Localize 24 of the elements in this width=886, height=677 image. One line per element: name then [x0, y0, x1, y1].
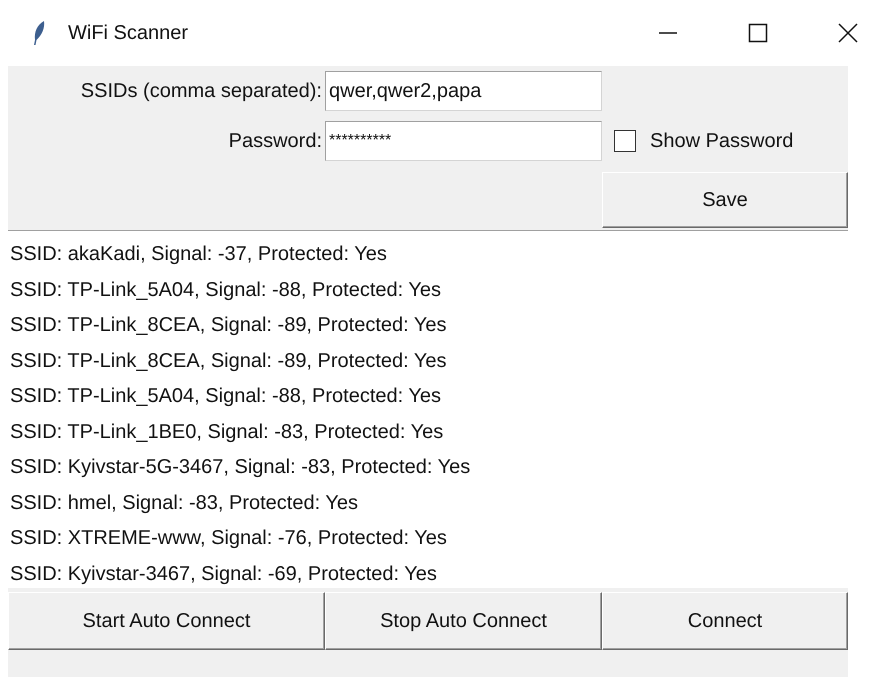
network-item[interactable]: SSID: Kyivstar-3467, Signal: -69, Protected: Yes	[8, 556, 848, 592]
action-button[interactable]: Stop Auto Connect	[325, 592, 602, 650]
password-label: Password:	[228, 130, 323, 152]
action-button[interactable]: Start Auto Connect	[8, 592, 325, 650]
close-icon[interactable]	[838, 23, 858, 43]
network-item[interactable]: SSID: hmel, Signal: -83, Protected: Yes	[8, 486, 848, 521]
network-item[interactable]: SSID: TP-Link_5A04, Signal: -88, Protected: Yes	[8, 379, 848, 414]
network-item[interactable]: SSID: akaKadi, Signal: -37, Protected: Yes	[8, 237, 848, 272]
save-button[interactable]: Save	[602, 172, 848, 228]
maximize-icon[interactable]	[748, 23, 768, 43]
ssids-field[interactable]: qwer,qwer2,papa	[325, 71, 602, 111]
network-item[interactable]: SSID: TP-Link_8CEA, Signal: -89, Protected: Yes	[8, 308, 848, 344]
window-title: WiFi Scanner	[68, 22, 188, 44]
network-item[interactable]: SSID: XTREME-www, Signal: -76, Protected: Yes	[8, 521, 848, 556]
checkbox-label: Show Password	[650, 130, 794, 152]
checkbox[interactable]	[614, 130, 636, 152]
password-field[interactable]: **********	[325, 121, 602, 161]
network-item[interactable]: SSID: Kyivstar-5G-3467, Signal: -83, Protected: Yes	[8, 450, 848, 486]
network-item[interactable]: SSID: TP-Link_1BE0, Signal: -83, Protected: Yes	[8, 414, 848, 450]
action-button[interactable]: Connect	[602, 592, 848, 650]
ssids-label: SSIDs (comma separated):	[80, 80, 323, 102]
feather-icon	[32, 20, 46, 46]
network-item[interactable]: SSID: TP-Link_8CEA, Signal: -89, Protected: Yes	[8, 344, 848, 379]
network-item[interactable]: SSID: TP-Link_5A04, Signal: -88, Protected: Yes	[8, 272, 848, 308]
